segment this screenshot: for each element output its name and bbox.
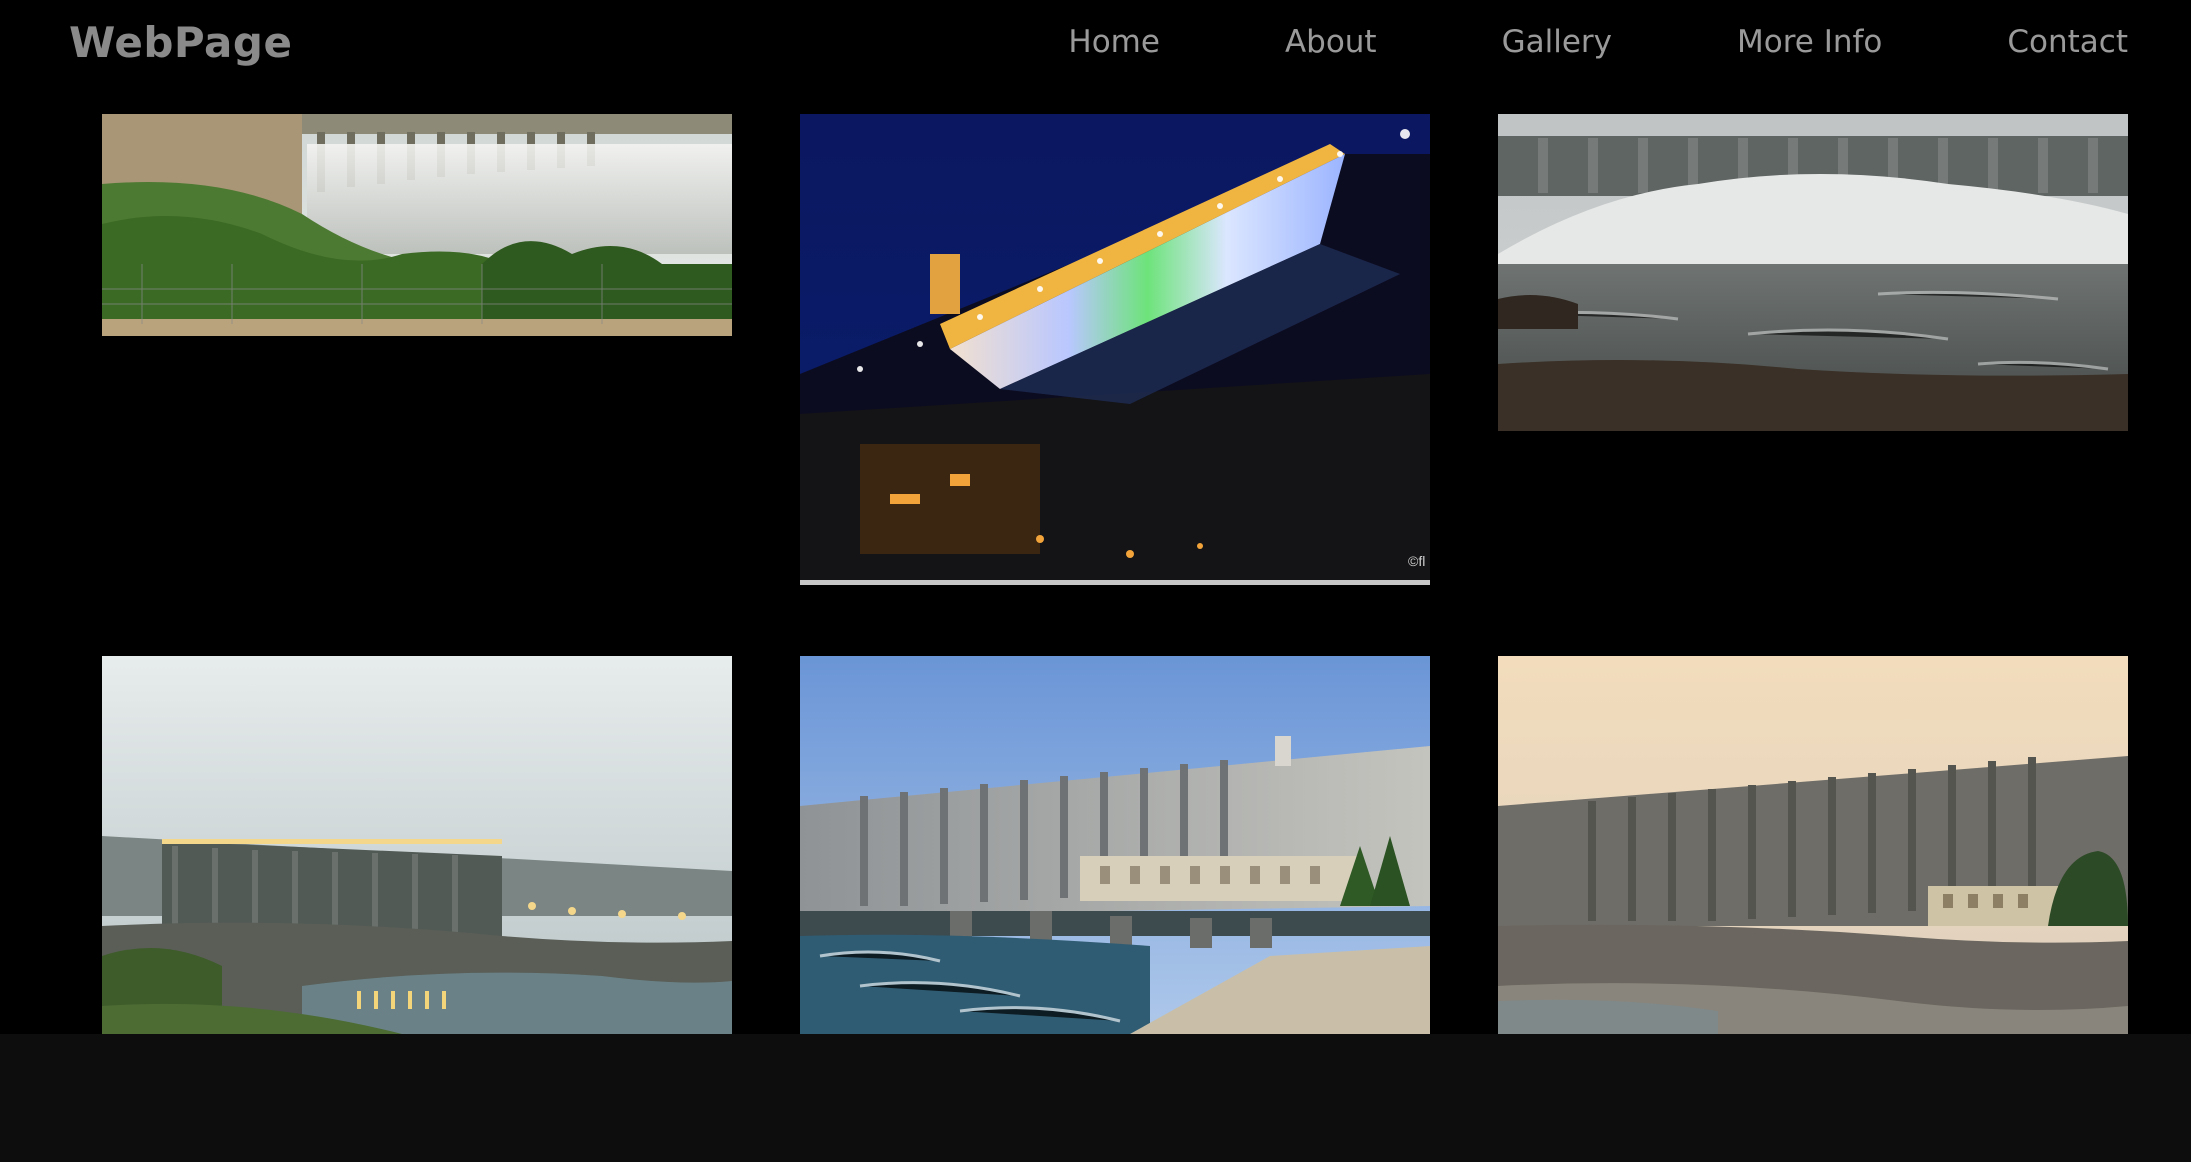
photo-watermark: ©fl (1408, 553, 1425, 569)
gallery-image-dam-spillway-mist[interactable] (1498, 114, 2128, 431)
page-footer (0, 1034, 2191, 1162)
nav-more-info[interactable]: More Info (1737, 24, 1882, 60)
main-nav: Home About Gallery More Info Contact (1068, 20, 2128, 64)
nav-contact[interactable]: Contact (2007, 24, 2128, 60)
gallery-image-dam-spillway-daytime[interactable] (102, 114, 732, 336)
nav-home[interactable]: Home (1068, 24, 1160, 60)
gallery-image-dam-illuminated-night[interactable]: ©fl (800, 114, 1430, 585)
nav-about[interactable]: About (1285, 24, 1377, 60)
gallery-image-dam-dusk-lights[interactable] (102, 656, 732, 1034)
gallery-image-dam-clear-sky[interactable] (800, 656, 1430, 1034)
brand-logo[interactable]: WebPage (69, 18, 292, 67)
nav-gallery[interactable]: Gallery (1502, 24, 1612, 60)
gallery-image-dam-sunset[interactable] (1498, 656, 2128, 1034)
page: WebPage Home About Gallery More Info Con… (0, 0, 2191, 1162)
